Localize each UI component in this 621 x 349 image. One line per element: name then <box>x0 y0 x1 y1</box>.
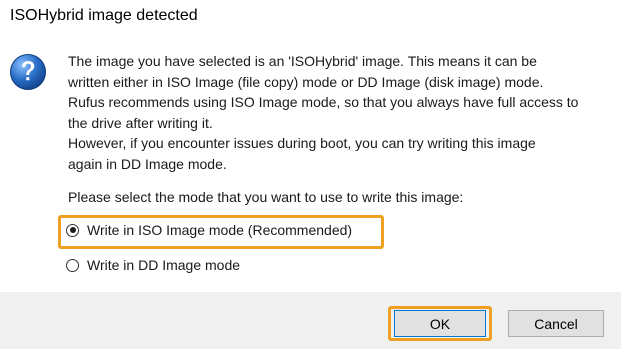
message-line: The image you have selected is an 'ISOHy… <box>68 53 537 69</box>
title-bar: ISOHybrid image detected <box>0 0 621 34</box>
iso-mode-option[interactable]: Write in ISO Image mode (Recommended) <box>66 222 352 238</box>
message-line: However, if you encounter issues during … <box>68 135 536 152</box>
message-line: again in DD Image mode. <box>68 155 227 172</box>
cancel-button[interactable]: Cancel <box>508 310 604 337</box>
message-line: Rufus recommends using ISO Image mode, s… <box>68 94 579 111</box>
iso-mode-radio[interactable] <box>66 223 79 237</box>
dialog-message: The image you have selected is an 'ISOHy… <box>68 51 613 175</box>
mode-prompt: Please select the mode that you want to … <box>68 189 464 205</box>
dd-mode-label: Write in DD Image mode <box>87 257 241 273</box>
dd-mode-radio[interactable] <box>66 258 79 272</box>
message-line: the drive after writing it. <box>68 114 213 131</box>
message-line: written either in ISO Image (file copy) … <box>68 73 544 90</box>
window-title: ISOHybrid image detected <box>10 7 198 24</box>
ok-button[interactable]: OK <box>394 310 486 337</box>
dd-mode-option[interactable]: Write in DD Image mode <box>66 257 240 273</box>
question-mark-icon <box>10 54 46 90</box>
iso-mode-label: Write in ISO Image mode (Recommended) <box>87 222 353 238</box>
